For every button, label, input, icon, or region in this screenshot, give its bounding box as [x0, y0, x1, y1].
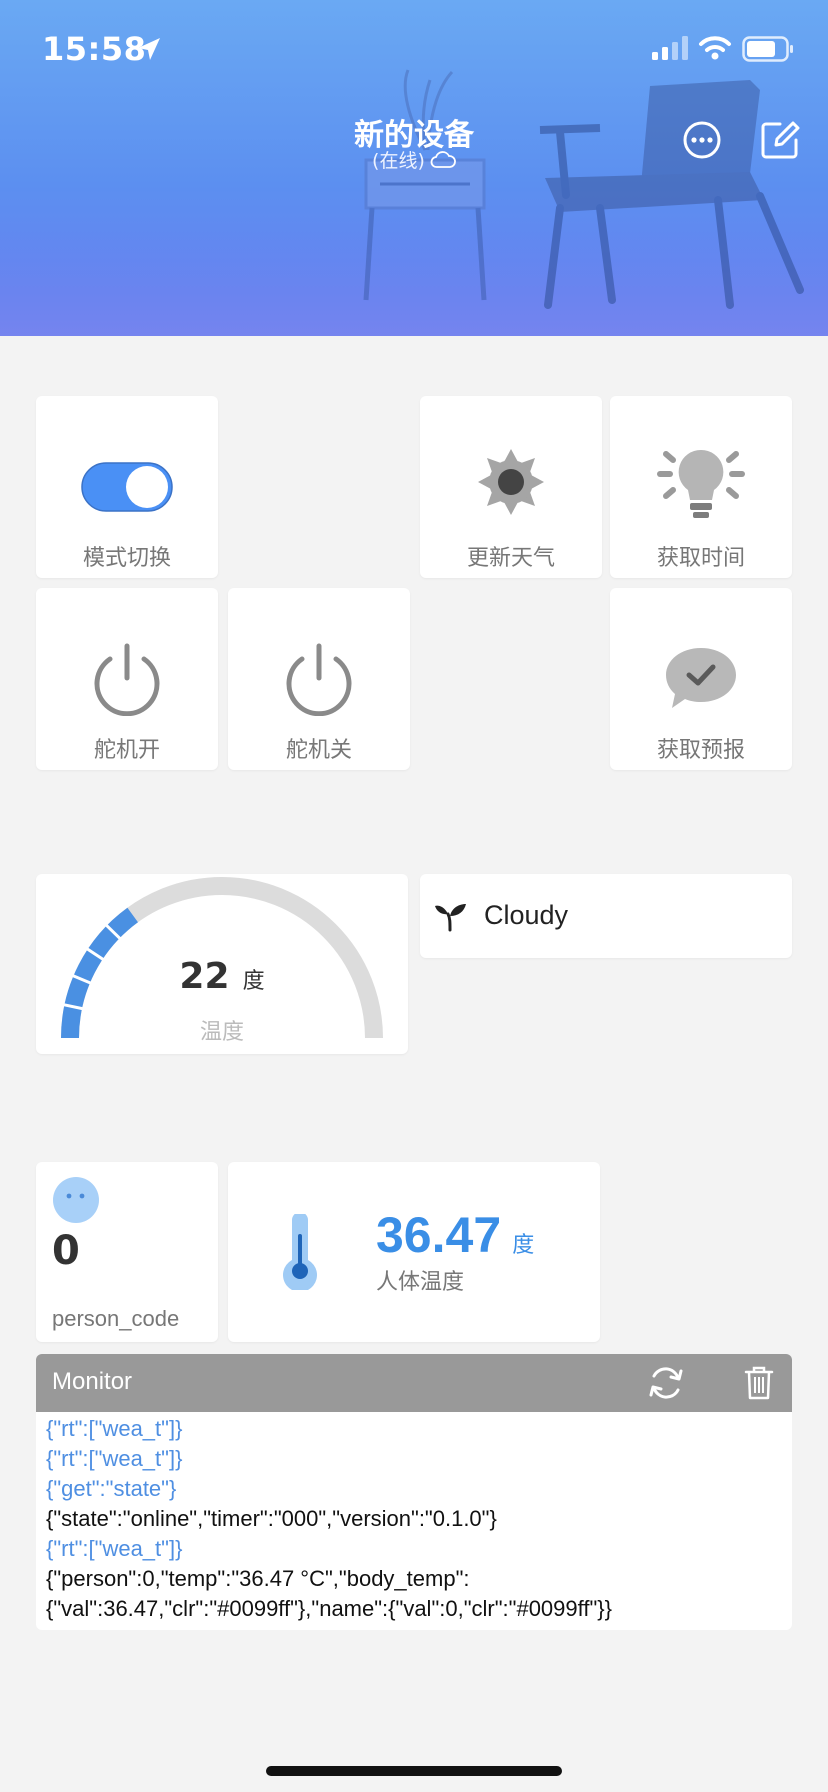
gauge-unit: 度	[242, 969, 265, 994]
device-header: 15:58 新的设备 (在线)	[0, 0, 828, 336]
gauge-reading: 22 度	[36, 956, 408, 997]
person-widget: 0 person_code	[36, 1162, 218, 1342]
person-value: 0	[52, 1228, 80, 1274]
body-temp-widget: 36.47 度 人体温度	[228, 1162, 600, 1342]
get-time-label: 获取时间	[656, 546, 745, 571]
refresh-icon[interactable]	[648, 1366, 684, 1400]
monitor-log: {"rt":["wea_t"]} {"rt":["wea_t"]} {"get":"…	[36, 1412, 792, 1630]
edit-icon[interactable]	[760, 120, 800, 160]
battery-icon	[742, 36, 793, 62]
power-icon	[94, 643, 160, 716]
mode-switch-widget[interactable]: 模式切换	[36, 396, 218, 578]
weather-text-widget: Cloudy	[420, 874, 792, 958]
status-time: 15:58	[42, 30, 147, 68]
sun-icon	[478, 449, 544, 515]
sprout-icon	[435, 904, 466, 932]
monitor-header: Monitor	[36, 1354, 792, 1412]
thermometer-icon	[283, 1214, 317, 1290]
more-options-icon[interactable]	[682, 120, 722, 160]
servo-on-widget[interactable]: 舵机开	[36, 588, 218, 770]
log-line: {"state":"online","timer":"000","version…	[46, 1506, 497, 1531]
device-status-text: (在线)	[372, 150, 425, 172]
location-arrow-icon	[138, 38, 160, 60]
mode-toggle[interactable]	[81, 462, 173, 516]
log-line: {"rt":["wea_t"]}	[46, 1416, 183, 1441]
body-temp-unit: 度	[512, 1233, 535, 1258]
update-weather-widget[interactable]: 更新天气	[420, 396, 602, 578]
get-forecast-widget[interactable]: 获取预报	[610, 588, 792, 770]
cloud-icon	[430, 151, 456, 168]
wifi-icon	[699, 36, 731, 60]
power-icon	[286, 643, 352, 716]
get-forecast-label: 获取预报	[656, 738, 745, 763]
face-icon	[53, 1177, 99, 1223]
log-line: {"get":"state"}	[46, 1476, 177, 1501]
signal-icon	[652, 36, 688, 60]
gauge-value: 22	[179, 956, 230, 997]
gauge-label: 温度	[199, 1020, 244, 1045]
home-indicator	[266, 1766, 562, 1776]
log-line: {"val":36.47,"clr":"#0099ff"},"name":{"v…	[46, 1596, 612, 1621]
servo-on-label: 舵机开	[93, 738, 160, 763]
log-line: {"rt":["wea_t"]}	[46, 1536, 183, 1561]
servo-off-widget[interactable]: 舵机关	[228, 588, 410, 770]
chat-check-icon	[666, 648, 736, 708]
trash-icon[interactable]	[744, 1366, 774, 1400]
mode-switch-label: 模式切换	[82, 546, 171, 571]
servo-off-label: 舵机关	[285, 738, 352, 763]
get-time-widget[interactable]: 获取时间	[610, 396, 792, 578]
person-label: person_code	[52, 1306, 180, 1331]
log-line: {"rt":["wea_t"]}	[46, 1446, 183, 1471]
log-line: {"person":0,"temp":"36.47 °C","body_temp…	[46, 1566, 470, 1591]
temperature-gauge-widget: 22 度 温度	[36, 874, 408, 1054]
body-temp-label: 人体温度	[376, 1270, 465, 1295]
toggle-switch-icon	[81, 462, 173, 512]
body-temp-reading: 36.47 度	[376, 1206, 534, 1264]
body-temp-value: 36.47	[376, 1207, 502, 1263]
weather-text-value: Cloudy	[484, 900, 569, 930]
update-weather-label: 更新天气	[466, 546, 555, 571]
monitor-title: Monitor	[52, 1368, 133, 1395]
light-bulb-icon	[657, 449, 745, 518]
